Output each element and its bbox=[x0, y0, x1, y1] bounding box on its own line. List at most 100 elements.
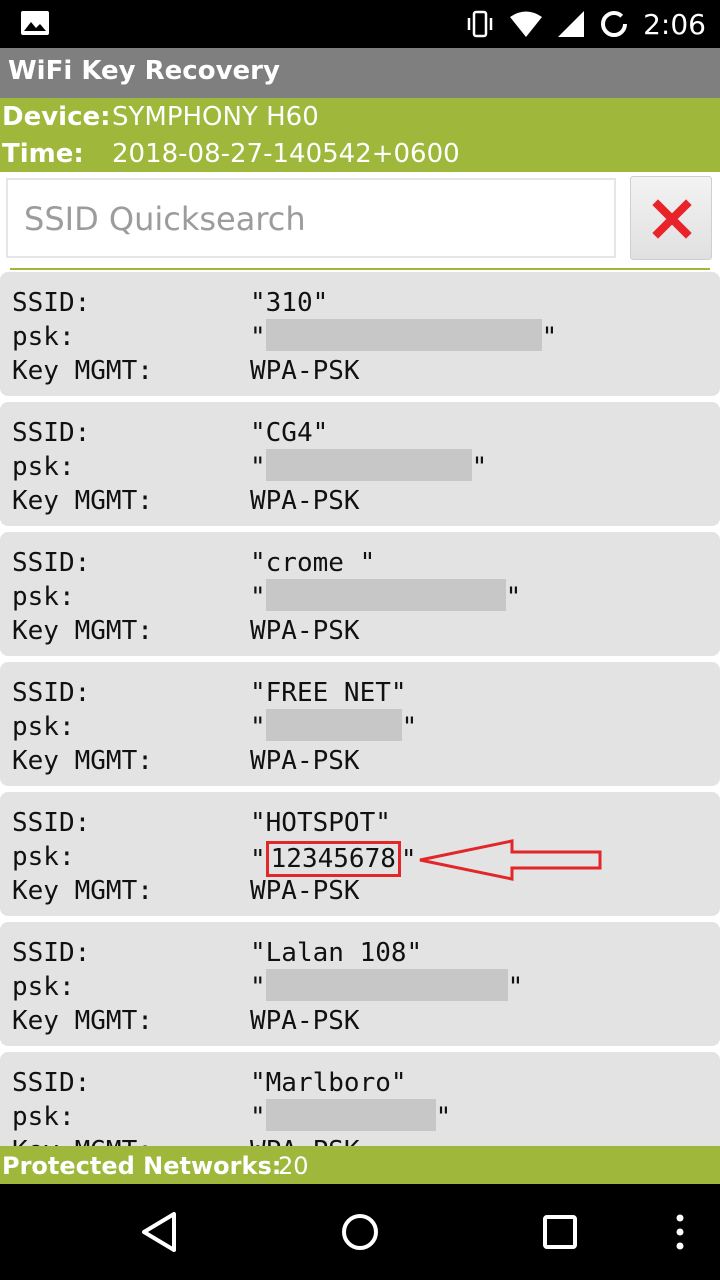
psk-value: " " bbox=[250, 709, 417, 744]
signal-icon bbox=[558, 11, 585, 37]
psk-row: psk: " " bbox=[12, 1099, 451, 1136]
ssid-value: "Lalan 108" bbox=[250, 938, 423, 968]
key-mgmt-value: WPA-PSK bbox=[250, 1006, 360, 1036]
protected-networks-label: Protected Networks: bbox=[2, 1152, 282, 1180]
psk-label: psk: bbox=[12, 452, 75, 482]
back-icon[interactable] bbox=[130, 1204, 190, 1260]
footer-bar: Protected Networks: 20 bbox=[0, 1146, 720, 1184]
psk-row: psk: " " bbox=[12, 319, 557, 356]
psk-row: psk: " " bbox=[12, 449, 487, 486]
key-mgmt-label: Key MGMT: bbox=[12, 876, 153, 906]
recents-icon[interactable] bbox=[530, 1204, 590, 1260]
divider bbox=[10, 268, 710, 270]
network-card[interactable]: SSID: "FREE NET" psk: " " Key MGMT: WPA-P… bbox=[0, 662, 720, 786]
network-card[interactable]: SSID: "CG4" psk: " " Key MGMT: WPA-PSK bbox=[0, 402, 720, 526]
ssid-search-input[interactable] bbox=[22, 198, 606, 240]
ssid-value: "FREE NET" bbox=[250, 678, 407, 708]
app-bar: WiFi Key Recovery bbox=[0, 48, 720, 98]
network-card-highlighted[interactable]: SSID: "HOTSPOT" psk: " 12345678 " Key MGMT… bbox=[0, 792, 720, 916]
key-mgmt-label: Key MGMT: bbox=[12, 746, 153, 776]
psk-row: psk: " " bbox=[12, 709, 417, 746]
psk-label: psk: bbox=[12, 842, 75, 872]
psk-label: psk: bbox=[12, 1102, 75, 1132]
key-mgmt-label: Key MGMT: bbox=[12, 486, 153, 516]
network-card[interactable]: SSID: "Marlboro" psk: "" Key MGMT: WPA-P… bbox=[0, 1052, 720, 1146]
key-mgmt-row: Key MGMT: WPA-PSK bbox=[12, 356, 360, 390]
psk-redacted bbox=[265, 449, 472, 481]
wifi-icon bbox=[510, 11, 543, 37]
time-label: Time: bbox=[2, 139, 84, 169]
ssid-label: SSID: bbox=[12, 288, 91, 318]
psk-label: psk: bbox=[12, 712, 75, 742]
clear-x-icon bbox=[652, 199, 692, 239]
device-label: Device: bbox=[2, 102, 111, 132]
ssid-value: "HOTSPOT" bbox=[250, 808, 391, 838]
key-mgmt-row: Key MGMT: WPA-PSK bbox=[12, 876, 360, 910]
key-mgmt-label: Key MGMT: bbox=[12, 356, 153, 386]
psk-redacted bbox=[265, 969, 508, 1001]
device-info-bar: Device: SYMPHONY H60 Time: 2018-08-27-14… bbox=[0, 98, 720, 172]
key-mgmt-value: WPA-PSK bbox=[250, 486, 360, 516]
time-value: 2018-08-27-140542+0600 bbox=[112, 139, 460, 169]
app-title: WiFi Key Recovery bbox=[8, 56, 280, 86]
clear-search-button[interactable] bbox=[630, 176, 712, 260]
ssid-value: "CG4" bbox=[250, 418, 329, 448]
psk-label: psk: bbox=[12, 972, 75, 1002]
key-mgmt-row: Key MGMT: WPA-PSK bbox=[12, 486, 360, 520]
ssid-row: SSID: "310" bbox=[12, 288, 328, 322]
network-card[interactable]: SSID: "crome " psk: " " Key MGMT: WPA-PSK bbox=[0, 532, 720, 656]
search-box bbox=[6, 178, 616, 258]
psk-value: " " bbox=[250, 1099, 451, 1134]
ssid-value: "crome " bbox=[250, 548, 376, 578]
psk-label: psk: bbox=[12, 322, 75, 352]
psk-row: psk: " 12345678 " bbox=[12, 841, 417, 877]
ssid-value: "Marlboro" bbox=[250, 1068, 407, 1098]
psk-redacted bbox=[265, 709, 402, 741]
ssid-label: SSID: bbox=[12, 1068, 91, 1098]
battery-icon bbox=[601, 11, 628, 37]
key-mgmt-label: Key MGMT: bbox=[12, 1006, 153, 1036]
psk-row: psk: " " bbox=[12, 579, 521, 616]
key-mgmt-value: WPA-PSK bbox=[250, 356, 360, 386]
ssid-row: SSID: "Marlboro" bbox=[12, 1068, 407, 1102]
psk-redacted bbox=[265, 579, 506, 611]
key-mgmt-row: Key MGMT: WPA-PSK bbox=[12, 1006, 360, 1040]
psk-value: " " bbox=[250, 319, 557, 354]
ssid-label: SSID: bbox=[12, 548, 91, 578]
arrow-annotation-icon bbox=[419, 839, 602, 881]
more-icon[interactable] bbox=[650, 1204, 710, 1260]
image-icon bbox=[21, 11, 49, 35]
vibrate-icon bbox=[467, 10, 493, 38]
key-mgmt-value: WPA-PSK bbox=[250, 746, 360, 776]
network-card[interactable]: SSID: "310" psk: " " Key MGMT: WPA-PSK bbox=[0, 272, 720, 396]
network-card[interactable]: SSID: "Lalan 108" psk: " " Key MGMT: WPA-… bbox=[0, 922, 720, 1046]
network-list[interactable]: SSID: "310" psk: " " Key MGMT: WPA-PSK SS… bbox=[0, 272, 720, 1146]
psk-value: " 12345678 " bbox=[250, 841, 417, 878]
ssid-row: SSID: "HOTSPOT" bbox=[12, 808, 391, 842]
psk-redacted bbox=[265, 1099, 436, 1131]
psk-value: " " bbox=[250, 449, 487, 484]
key-mgmt-row: Key MGMT: WPA-PSK bbox=[12, 1136, 360, 1146]
status-bar: 2:06 bbox=[0, 0, 720, 48]
key-mgmt-label: Key MGMT: bbox=[12, 616, 153, 646]
ssid-label: SSID: bbox=[12, 808, 91, 838]
key-mgmt-value: WPA-PSK bbox=[250, 876, 360, 906]
ssid-row: SSID: "CG4" bbox=[12, 418, 328, 452]
ssid-value: "310" bbox=[250, 288, 329, 318]
ssid-row: SSID: "Lalan 108" bbox=[12, 938, 422, 972]
psk-label: psk: bbox=[12, 582, 75, 612]
psk-redacted bbox=[265, 319, 542, 351]
home-icon[interactable] bbox=[330, 1204, 390, 1260]
key-mgmt-value: WPA-PSK bbox=[250, 1136, 360, 1146]
psk-value: " " bbox=[250, 579, 521, 614]
psk-value: " " bbox=[250, 969, 523, 1004]
device-value: SYMPHONY H60 bbox=[112, 102, 319, 132]
ssid-label: SSID: bbox=[12, 938, 91, 968]
psk-highlight-box: 12345678 bbox=[265, 841, 401, 877]
ssid-row: SSID: "crome " bbox=[12, 548, 375, 582]
navigation-bar bbox=[0, 1184, 720, 1280]
protected-networks-count: 20 bbox=[278, 1152, 309, 1180]
clock: 2:06 bbox=[643, 7, 706, 41]
psk-row: psk: " " bbox=[12, 969, 523, 1006]
key-mgmt-row: Key MGMT: WPA-PSK bbox=[12, 616, 360, 650]
